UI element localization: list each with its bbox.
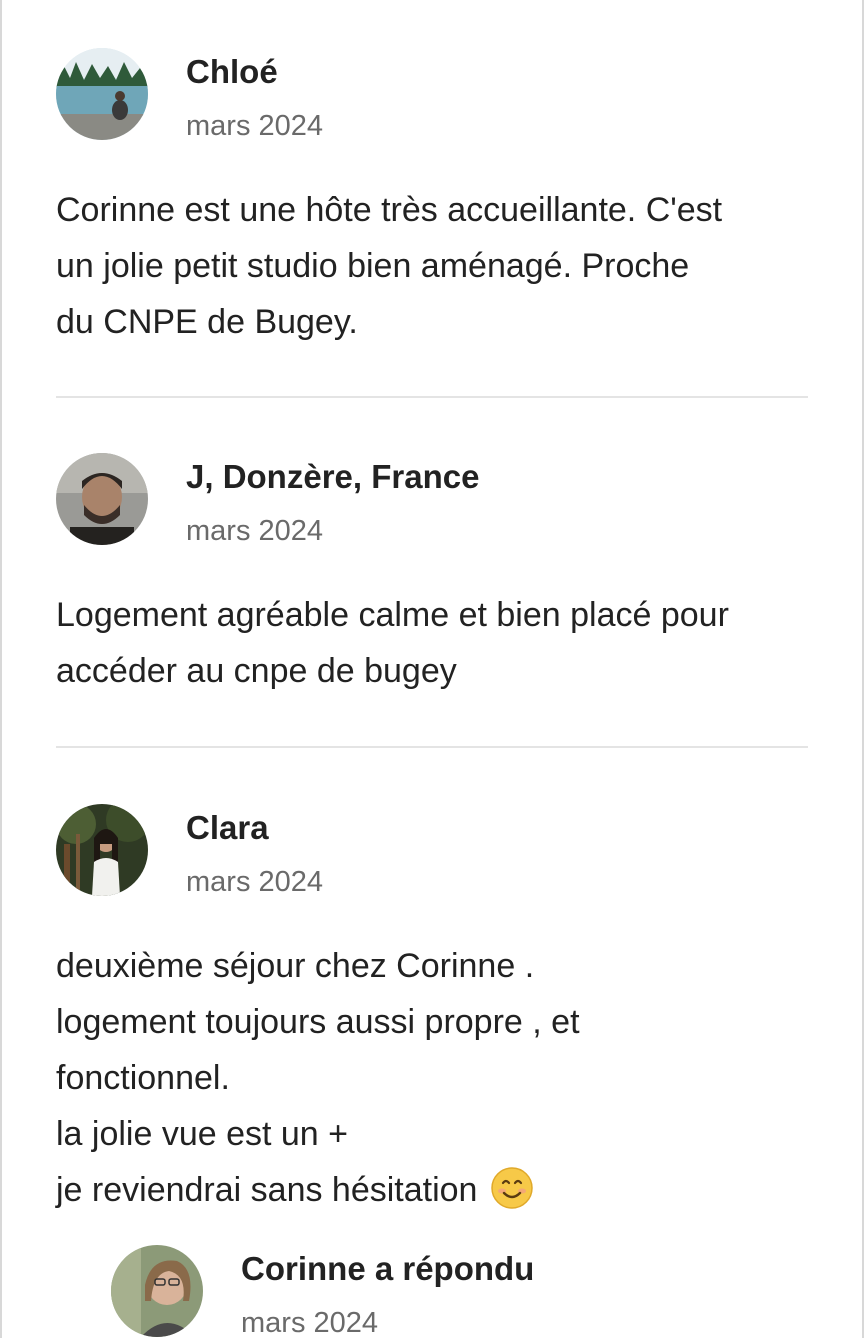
lake-photo-avatar <box>56 48 148 140</box>
woman-forest-photo-avatar <box>56 804 148 896</box>
reply-author: Corinne a répondu <box>241 1250 535 1287</box>
review-text-line: la jolie vue est un + <box>56 1115 349 1153</box>
review-text-line: fonctionnel. <box>56 1059 230 1097</box>
review-item: Chloé mars 2024 Corinne est une hôte trè… <box>56 48 808 350</box>
smiling-face-emoji <box>491 1167 533 1209</box>
host-photo-avatar <box>111 1245 203 1337</box>
review-header: Chloé mars 2024 <box>56 48 808 144</box>
left-edge <box>0 0 2 1338</box>
review-text: Logement agréable calme et bien placé po… <box>56 596 729 690</box>
review-date: mars 2024 <box>186 515 324 547</box>
review-text-line: logement toujours aussi propre , et <box>56 1003 580 1041</box>
review-date: mars 2024 <box>186 110 324 142</box>
review-text-line: deuxième séjour chez Corinne . <box>56 947 535 985</box>
reviewer-name: Chloé <box>186 53 278 90</box>
review-divider <box>56 746 808 748</box>
review-header: Clara mars 2024 <box>56 804 808 900</box>
reviewer-name: Clara <box>186 809 269 846</box>
man-photo-avatar <box>56 453 148 545</box>
review-item: Clara mars 2024 deuxième séjour chez Cor… <box>56 804 808 1218</box>
host-reply: Corinne a répondu mars 2024 <box>111 1245 534 1341</box>
review-header: J, Donzère, France mars 2024 <box>56 453 808 549</box>
review-text: Corinne est une hôte très accueillante. … <box>56 191 723 341</box>
reviewer-name: J, Donzère, France <box>186 458 480 495</box>
host-avatar[interactable] <box>111 1245 203 1337</box>
reply-header: Corinne a répondu mars 2024 <box>111 1245 534 1341</box>
reviewer-avatar[interactable] <box>56 804 148 896</box>
review-text-line: je reviendrai sans hésitation <box>56 1171 478 1209</box>
reviewer-avatar[interactable] <box>56 48 148 140</box>
review-divider <box>56 396 808 398</box>
review-text: deuxième séjour chez Corinne . logement t… <box>56 938 808 1218</box>
review-item: J, Donzère, France mars 2024 Logement ag… <box>56 453 808 699</box>
review-date: mars 2024 <box>186 866 324 898</box>
reviewer-avatar[interactable] <box>56 453 148 545</box>
reply-date: mars 2024 <box>241 1307 379 1339</box>
review-text-line-last: je reviendrai sans hésitation <box>56 1162 808 1218</box>
